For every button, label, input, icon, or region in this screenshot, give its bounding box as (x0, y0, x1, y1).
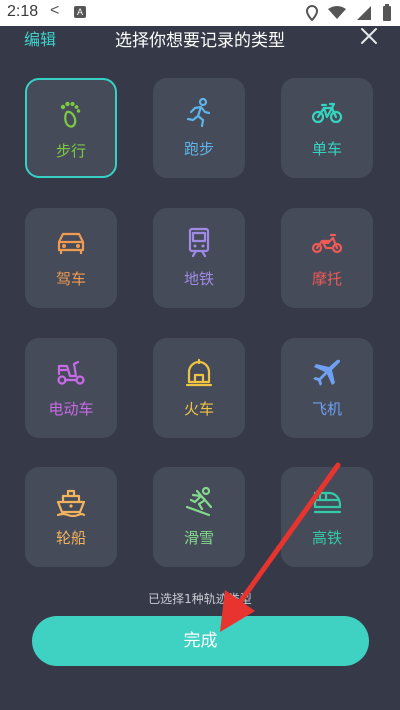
footprint-icon (60, 101, 81, 128)
running-icon (186, 97, 211, 128)
signal-icon (357, 6, 371, 20)
skiing-icon (185, 486, 213, 517)
tile-car[interactable]: 驾车 (25, 208, 117, 308)
tile-airplane[interactable]: 飞机 (281, 338, 373, 438)
tile-label: 火车 (183, 400, 214, 418)
tile-bicycle[interactable]: 单车 (281, 78, 373, 178)
scooter-icon (57, 360, 85, 385)
tile-label: 摩托 (311, 270, 342, 288)
tile-label: 驾车 (55, 270, 86, 288)
tile-label: 高铁 (311, 529, 342, 547)
tile-train[interactable]: 火车 (153, 338, 245, 438)
selection-hint: 已选择1种轨迹类型 (148, 592, 252, 606)
status-time: 2:18 (7, 3, 39, 20)
tile-label: 轮船 (55, 529, 86, 547)
tile-high-speed-rail[interactable]: 高铁 (281, 467, 373, 567)
tile-ship[interactable]: 轮船 (25, 467, 117, 567)
tile-skiing[interactable]: 滑雪 (153, 467, 245, 567)
subway-icon (188, 227, 210, 258)
airplane-icon (313, 359, 341, 386)
train-icon (185, 358, 213, 387)
motorcycle-icon (311, 233, 343, 254)
wifi-icon (328, 6, 346, 19)
tile-label: 滑雪 (183, 529, 214, 547)
tile-label: 飞机 (311, 400, 342, 418)
tile-e-scooter[interactable]: 电动车 (25, 338, 117, 438)
status-bar: 2:18 < A (0, 0, 400, 26)
tile-subway[interactable]: 地铁 (153, 208, 245, 308)
car-icon (57, 232, 85, 254)
high-speed-rail-icon (313, 491, 342, 514)
done-button[interactable]: 完成 (32, 616, 369, 666)
back-arrow-icon: < (50, 2, 60, 19)
tile-label: 步行 (55, 142, 86, 160)
tile-label: 地铁 (183, 270, 214, 288)
tile-running[interactable]: 跑步 (153, 78, 245, 178)
status-icons (306, 4, 392, 22)
page-title: 选择你想要记录的类型 (115, 31, 285, 51)
header: 编辑 选择你想要记录的类型 (0, 26, 400, 51)
tile-motorcycle[interactable]: 摩托 (281, 208, 373, 308)
bicycle-icon (311, 102, 343, 124)
ship-icon (56, 489, 86, 517)
tile-label: 电动车 (48, 400, 94, 418)
app-notification-icon: A (74, 6, 86, 18)
tile-label: 跑步 (183, 140, 214, 158)
close-icon[interactable] (360, 27, 378, 45)
location-icon (306, 5, 318, 21)
tile-label: 单车 (311, 140, 342, 158)
tile-walking[interactable]: 步行 (25, 78, 117, 178)
battery-icon (383, 4, 391, 21)
